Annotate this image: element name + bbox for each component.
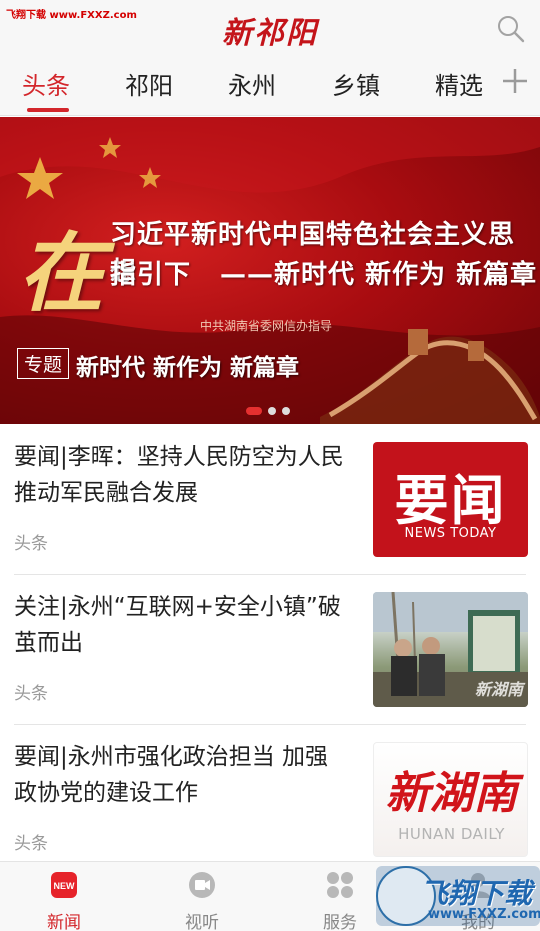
banner-headline-3: ——新时代 新作为 新篇章 — [220, 260, 538, 290]
carousel-indicator — [246, 400, 296, 415]
thumbnail-subtitle: NEWS TODAY — [404, 526, 497, 541]
banner-caption: 新时代 新作为 新篇章 — [76, 355, 300, 381]
grid-icon — [327, 872, 353, 898]
tab-township[interactable]: 乡镇 — [332, 68, 380, 108]
tab-featured[interactable]: 精选 — [435, 68, 483, 108]
carousel-dot — [268, 406, 276, 415]
tab-yongzhou[interactable]: 永州 — [228, 68, 276, 108]
thumbnail-title: 要闻 — [394, 469, 507, 532]
featured-banner[interactable]: 在 习近平新时代中国特色社会主义思想 指引下 ——新时代 新作为 新篇章 中共湖… — [0, 117, 540, 424]
tab-qiyang[interactable]: 祁阳 — [125, 68, 173, 108]
news-source: 头条 — [14, 834, 48, 854]
nav-news[interactable]: NEW 新闻 — [24, 870, 104, 931]
video-icon — [189, 872, 215, 898]
nav-label: 新闻 — [47, 913, 81, 931]
news-thumbnail: 要闻 NEWS TODAY — [373, 442, 528, 557]
news-item[interactable]: 关注|永州“互联网+安全小镇”破茧而出 头条 新湖南 — [0, 575, 540, 725]
search-icon — [498, 16, 525, 43]
news-title: 关注|永州“互联网+安全小镇”破茧而出 — [14, 594, 341, 656]
news-item[interactable]: 要闻|永州市强化政治担当 加强政协党的建设工作 头条 新湖南 HUNAN DAI… — [0, 725, 540, 875]
thumbnail-title: 新湖南 — [385, 768, 518, 819]
news-thumbnail: 新湖南 — [373, 592, 528, 707]
thumbnail-watermark: 新湖南 — [475, 680, 524, 699]
app-logo: 新祁阳 — [222, 16, 318, 51]
plus-icon — [503, 69, 527, 93]
search-button[interactable] — [496, 14, 526, 44]
news-thumbnail: 新湖南 HUNAN DAILY — [373, 742, 528, 857]
nav-video[interactable]: 视听 — [162, 870, 242, 931]
banner-emphasis-char: 在 — [18, 223, 104, 324]
banner-guidance-text: 中共湖南省委网信办指导 — [200, 319, 333, 333]
add-channel-button[interactable] — [500, 66, 530, 96]
great-wall-image — [320, 329, 540, 424]
news-title: 要闻|永州市强化政治担当 加强政协党的建设工作 — [14, 744, 329, 806]
thumbnail-subtitle: HUNAN DAILY — [398, 825, 505, 843]
nav-label: 视听 — [185, 913, 219, 931]
news-icon: NEW — [51, 872, 77, 898]
nav-label: 服务 — [323, 913, 357, 931]
news-source: 头条 — [14, 684, 48, 704]
site-watermark-text: 飞翔下载 — [420, 877, 533, 910]
app-header: 飞翔下载 www.FXXZ.com 新祁阳 — [0, 0, 540, 60]
news-item[interactable]: 要闻|李晖：坚持人民防空为人民 推动军民融合发展 头条 要闻 NEWS TODA… — [0, 425, 540, 575]
svg-text:NEW: NEW — [54, 881, 76, 891]
news-source: 头条 — [14, 534, 48, 554]
news-title: 要闻|李晖：坚持人民防空为人民 推动军民融合发展 — [14, 444, 344, 506]
carousel-dot-active — [246, 406, 262, 415]
topic-tag: 专题 — [17, 348, 70, 379]
site-watermark-url: www.FXXZ.com — [428, 907, 540, 922]
banner-headline-2: 指引下 — [110, 260, 192, 290]
tab-headlines[interactable]: 头条 — [22, 68, 70, 108]
channel-tabs: 头条 祁阳 永州 乡镇 精选 — [0, 60, 540, 116]
active-tab-indicator — [27, 108, 69, 112]
carousel-dot — [282, 406, 290, 415]
nav-services[interactable]: 服务 — [300, 870, 380, 931]
